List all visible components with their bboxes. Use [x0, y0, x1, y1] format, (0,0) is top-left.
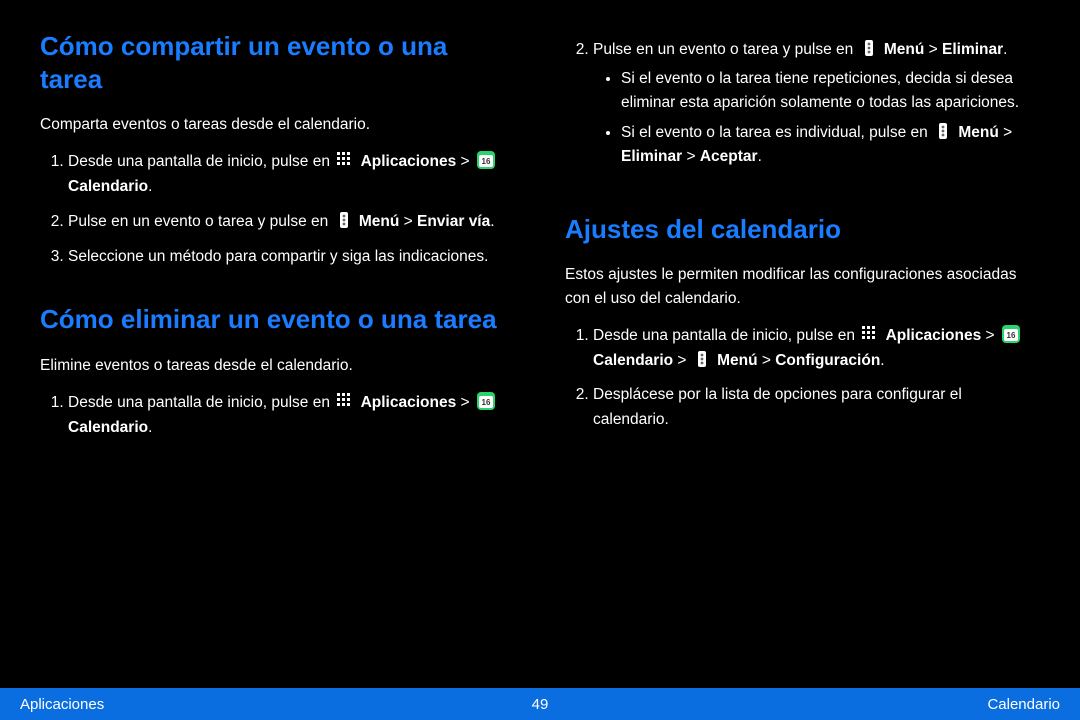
- delete-step-1: Desde una pantalla de inicio, pulse en A…: [68, 391, 515, 441]
- settings-label: Configuración: [775, 352, 880, 369]
- left-column: Cómo compartir un evento o una tarea Com…: [40, 20, 515, 688]
- svg-text:16: 16: [481, 157, 490, 166]
- menu-label: Menú: [359, 213, 399, 230]
- apps-label: Aplicaciones: [886, 327, 982, 344]
- apps-label: Aplicaciones: [361, 153, 457, 170]
- delete-step-1-text-a: Desde una pantalla de inicio, pulse en: [68, 394, 334, 411]
- menu-label: Menú: [717, 352, 757, 369]
- footer-page-number: 49: [532, 696, 549, 713]
- apps-grid-icon: [336, 151, 354, 169]
- apps-grid-icon: [336, 392, 354, 410]
- content-columns: Cómo compartir un evento o una tarea Com…: [0, 0, 1080, 688]
- footer-right: Calendario: [987, 696, 1060, 713]
- svg-text:16: 16: [481, 398, 490, 407]
- accept-label: Aceptar: [700, 148, 758, 165]
- menu-dots-icon: [693, 350, 711, 368]
- settings-intro: Estos ajustes le permiten modificar las …: [565, 263, 1040, 310]
- delete-label: Eliminar: [621, 148, 682, 165]
- calendar-icon: 16: [476, 391, 496, 411]
- delete-steps: Desde una pantalla de inicio, pulse en A…: [40, 391, 515, 451]
- delete-steps-cont: Pulse en un evento o tarea y pulse en Me…: [565, 38, 1040, 179]
- delete-sub-2: Si el evento o la tarea es individual, p…: [621, 121, 1040, 169]
- delete-intro: Elimine eventos o tareas desde el calend…: [40, 354, 515, 377]
- page-footer: Aplicaciones 49 Calendario: [0, 688, 1080, 720]
- apps-label: Aplicaciones: [361, 394, 457, 411]
- settings-step-2: Desplácese por la lista de opciones para…: [593, 383, 1040, 433]
- share-step-1-text-a: Desde una pantalla de inicio, pulse en: [68, 153, 334, 170]
- calendar-label: Calendario: [68, 178, 148, 195]
- heading-share-event: Cómo compartir un evento o una tarea: [40, 30, 515, 95]
- svg-text:16: 16: [1006, 331, 1015, 340]
- share-step-3: Seleccione un método para compartir y si…: [68, 245, 515, 270]
- apps-grid-icon: [861, 325, 879, 343]
- share-steps: Desde una pantalla de inicio, pulse en A…: [40, 150, 515, 279]
- delete-step-2-text-a: Pulse en un evento o tarea y pulse en: [593, 41, 858, 58]
- delete-sub-1: Si el evento o la tarea tiene repeticion…: [621, 67, 1040, 115]
- document-page: Cómo compartir un evento o una tarea Com…: [0, 0, 1080, 720]
- menu-dots-icon: [860, 39, 878, 57]
- heading-delete-event: Cómo eliminar un evento o una tarea: [40, 303, 515, 336]
- settings-step-1-text-a: Desde una pantalla de inicio, pulse en: [593, 327, 859, 344]
- calendar-label: Calendario: [593, 352, 673, 369]
- settings-steps: Desde una pantalla de inicio, pulse en A…: [565, 324, 1040, 443]
- delete-label: Eliminar: [942, 41, 1003, 58]
- calendar-icon: 16: [476, 150, 496, 170]
- settings-step-1: Desde una pantalla de inicio, pulse en A…: [593, 324, 1040, 374]
- menu-label: Menú: [884, 41, 924, 58]
- menu-dots-icon: [934, 122, 952, 140]
- heading-calendar-settings: Ajustes del calendario: [565, 213, 1040, 246]
- calendar-icon: 16: [1001, 324, 1021, 344]
- right-column: Pulse en un evento o tarea y pulse en Me…: [565, 20, 1040, 688]
- share-step-1: Desde una pantalla de inicio, pulse en A…: [68, 150, 515, 200]
- delete-step-2: Pulse en un evento o tarea y pulse en Me…: [593, 38, 1040, 169]
- footer-left: Aplicaciones: [20, 696, 104, 713]
- share-intro: Comparta eventos o tareas desde el calen…: [40, 113, 515, 136]
- share-step-2: Pulse en un evento o tarea y pulse en Me…: [68, 210, 515, 235]
- delete-substeps: Si el evento o la tarea tiene repeticion…: [593, 67, 1040, 169]
- menu-dots-icon: [335, 211, 353, 229]
- share-step-2-text-a: Pulse en un evento o tarea y pulse en: [68, 213, 333, 230]
- menu-label: Menú: [958, 124, 998, 141]
- send-via-label: Enviar vía: [417, 213, 490, 230]
- calendar-label: Calendario: [68, 419, 148, 436]
- delete-sub-2-text-a: Si el evento o la tarea es individual, p…: [621, 124, 932, 141]
